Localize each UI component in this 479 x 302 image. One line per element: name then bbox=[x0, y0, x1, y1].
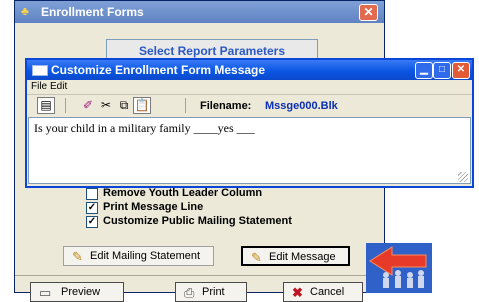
edit-mailing-statement-button[interactable]: ✎ Edit Mailing Statement bbox=[63, 246, 214, 266]
toolbar-separator bbox=[185, 98, 186, 113]
toolbar: ▤ ✐ ✂ ⧉ 📋 Filename: Mssge000.Blk bbox=[27, 94, 472, 117]
outer-window-title: Enrollment Forms bbox=[41, 5, 144, 19]
outer-close-button[interactable]: ✕ bbox=[359, 4, 378, 21]
window-icon bbox=[32, 65, 48, 76]
message-textarea[interactable]: Is your child in a military family ____y… bbox=[28, 117, 471, 184]
maximize-button[interactable]: □ bbox=[433, 62, 451, 79]
filename-label: Filename: bbox=[200, 100, 252, 112]
back-arrow-icon bbox=[366, 243, 432, 293]
button-label: Print bbox=[202, 286, 225, 298]
printer-icon: ⎙ bbox=[184, 285, 195, 300]
preview-icon: ▭ bbox=[39, 285, 52, 300]
filename-value: Mssge000.Blk bbox=[265, 100, 338, 112]
resize-grip-icon[interactable] bbox=[458, 172, 468, 182]
remove-youth-leader-checkbox[interactable] bbox=[86, 188, 98, 200]
pencil-icon: ✎ bbox=[251, 250, 262, 265]
button-label: Edit Message bbox=[269, 251, 336, 263]
paste-icon[interactable]: 📋 bbox=[133, 97, 151, 114]
minimize-button[interactable]: ▁ bbox=[415, 62, 433, 79]
button-label: Edit Mailing Statement bbox=[90, 250, 201, 262]
print-message-line-checkbox[interactable]: ✓ bbox=[86, 202, 98, 214]
checkbox-label: Remove Youth Leader Column bbox=[103, 187, 263, 199]
save-icon[interactable]: ▤ bbox=[37, 97, 55, 114]
dialog-close-button[interactable]: ✕ bbox=[452, 62, 470, 79]
back-arrow-image[interactable] bbox=[366, 243, 432, 293]
outer-title-bar[interactable]: ♣ Enrollment Forms ✕ bbox=[15, 1, 384, 23]
button-label: Preview bbox=[61, 286, 101, 298]
checkbox-label: Customize Public Mailing Statement bbox=[103, 215, 292, 227]
preview-button[interactable]: ▭ Preview bbox=[30, 282, 124, 302]
edit-message-button[interactable]: ✎ Edit Message bbox=[241, 246, 350, 266]
app-icon: ♣ bbox=[21, 4, 29, 18]
print-button[interactable]: ⎙ Print bbox=[175, 282, 247, 302]
menu-bar: File Edit bbox=[27, 80, 472, 93]
pen-icon[interactable]: ✐ bbox=[79, 97, 97, 114]
dialog-title-bar[interactable]: Customize Enrollment Form Message ▁ □ ✕ bbox=[27, 60, 472, 80]
toolbar-separator bbox=[65, 98, 66, 113]
divider bbox=[15, 275, 384, 276]
cancel-button[interactable]: ✖ Cancel bbox=[283, 282, 363, 302]
customize-mailing-statement-checkbox[interactable]: ✓ bbox=[86, 216, 98, 228]
cancel-x-icon: ✖ bbox=[292, 285, 303, 300]
message-text: Is your child in a military family ____y… bbox=[34, 121, 255, 135]
menu-file[interactable]: File bbox=[31, 81, 47, 92]
checkbox-label: Print Message Line bbox=[103, 201, 204, 213]
pencil-icon: ✎ bbox=[72, 249, 83, 264]
menu-edit[interactable]: Edit bbox=[50, 81, 67, 92]
customize-message-dialog: Customize Enrollment Form Message ▁ □ ✕ … bbox=[25, 58, 474, 188]
copy-icon[interactable]: ⧉ bbox=[115, 97, 133, 114]
dialog-title: Customize Enrollment Form Message bbox=[51, 63, 266, 77]
button-label: Cancel bbox=[310, 286, 345, 298]
cut-icon[interactable]: ✂ bbox=[97, 97, 115, 114]
